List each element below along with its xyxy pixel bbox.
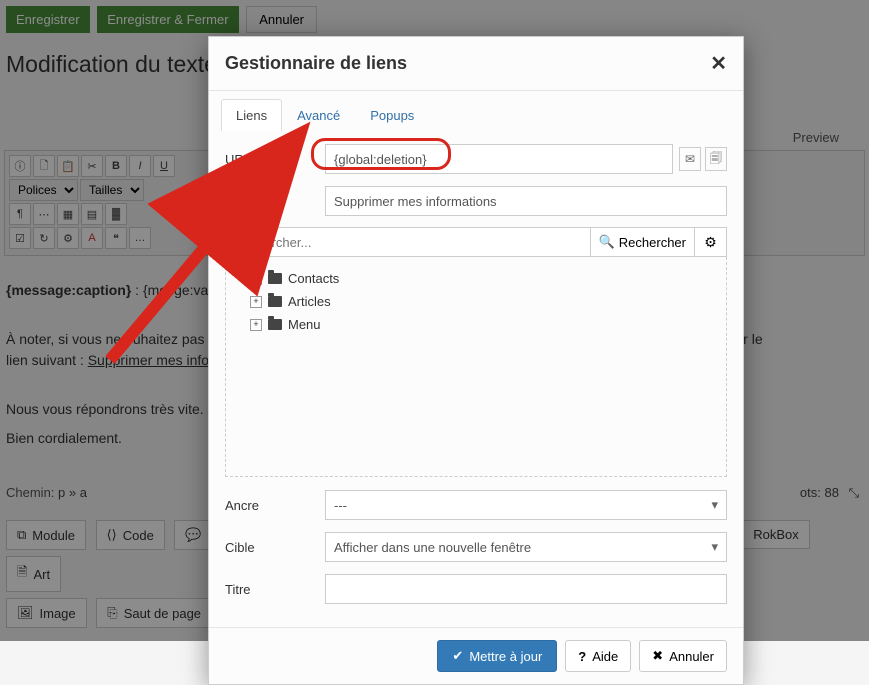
folder-icon xyxy=(268,319,282,330)
link-manager-modal: Gestionnaire de liens ✕ Liens Avancé Pop… xyxy=(208,36,744,685)
url-input[interactable] xyxy=(325,144,673,174)
envelope-icon[interactable]: ✉ xyxy=(679,147,701,171)
modal-footer: ✔Mettre à jour ?Aide ✖Annuler xyxy=(209,627,743,684)
expand-icon[interactable]: + xyxy=(250,319,262,331)
title-input[interactable] xyxy=(325,574,727,604)
tree-label: Articles xyxy=(288,294,331,309)
gear-icon[interactable]: ⚙ xyxy=(695,227,727,257)
link-tree: + Contacts + Articles + Menu xyxy=(225,257,727,477)
target-row: Cible Afficher dans une nouvelle fenêtre xyxy=(225,531,727,563)
text-input[interactable] xyxy=(325,186,727,216)
modal-title: Gestionnaire de liens xyxy=(225,53,407,74)
anchor-select[interactable]: --- xyxy=(325,490,727,520)
x-icon: ✖ xyxy=(652,648,663,664)
help-button[interactable]: ?Aide xyxy=(565,640,631,672)
anchor-label: Ancre xyxy=(225,498,325,513)
search-button[interactable]: 🔍Rechercher xyxy=(591,227,695,257)
tree-label: Contacts xyxy=(288,271,339,286)
question-icon: ? xyxy=(578,649,586,664)
target-select[interactable]: Afficher dans une nouvelle fenêtre xyxy=(325,532,727,562)
close-icon[interactable]: ✕ xyxy=(710,51,727,76)
modal-form: URL ✉ 🗐 Texte 🔍Rechercher ⚙ + Contacts xyxy=(209,131,743,627)
expand-icon[interactable]: + xyxy=(250,296,262,308)
expand-icon[interactable]: + xyxy=(250,273,262,285)
search-row: 🔍Rechercher ⚙ xyxy=(225,227,727,257)
title-label: Titre xyxy=(225,582,325,597)
update-button[interactable]: ✔Mettre à jour xyxy=(437,640,557,672)
magnifier-icon: 🔍 xyxy=(599,234,615,250)
target-label: Cible xyxy=(225,540,325,555)
tab-popups[interactable]: Popups xyxy=(355,99,429,131)
text-label: Texte xyxy=(225,194,325,209)
anchor-row: Ancre --- xyxy=(225,489,727,521)
modal-header: Gestionnaire de liens ✕ xyxy=(209,37,743,91)
browse-icon[interactable]: 🗐 xyxy=(705,147,727,171)
url-row: URL ✉ 🗐 xyxy=(225,143,727,175)
tab-avance[interactable]: Avancé xyxy=(282,99,355,131)
url-label: URL xyxy=(225,152,325,167)
search-input[interactable] xyxy=(225,227,591,257)
tree-item-articles[interactable]: + Articles xyxy=(244,290,720,313)
check-icon: ✔ xyxy=(452,648,463,664)
folder-icon xyxy=(268,273,282,284)
cancel-button[interactable]: ✖Annuler xyxy=(639,640,727,672)
tree-item-menu[interactable]: + Menu xyxy=(244,313,720,336)
modal-tabs: Liens Avancé Popups xyxy=(209,91,743,131)
text-row: Texte xyxy=(225,185,727,217)
folder-icon xyxy=(268,296,282,307)
title-row: Titre xyxy=(225,573,727,605)
tree-label: Menu xyxy=(288,317,321,332)
tab-liens[interactable]: Liens xyxy=(221,99,282,131)
tree-item-contacts[interactable]: + Contacts xyxy=(244,267,720,290)
